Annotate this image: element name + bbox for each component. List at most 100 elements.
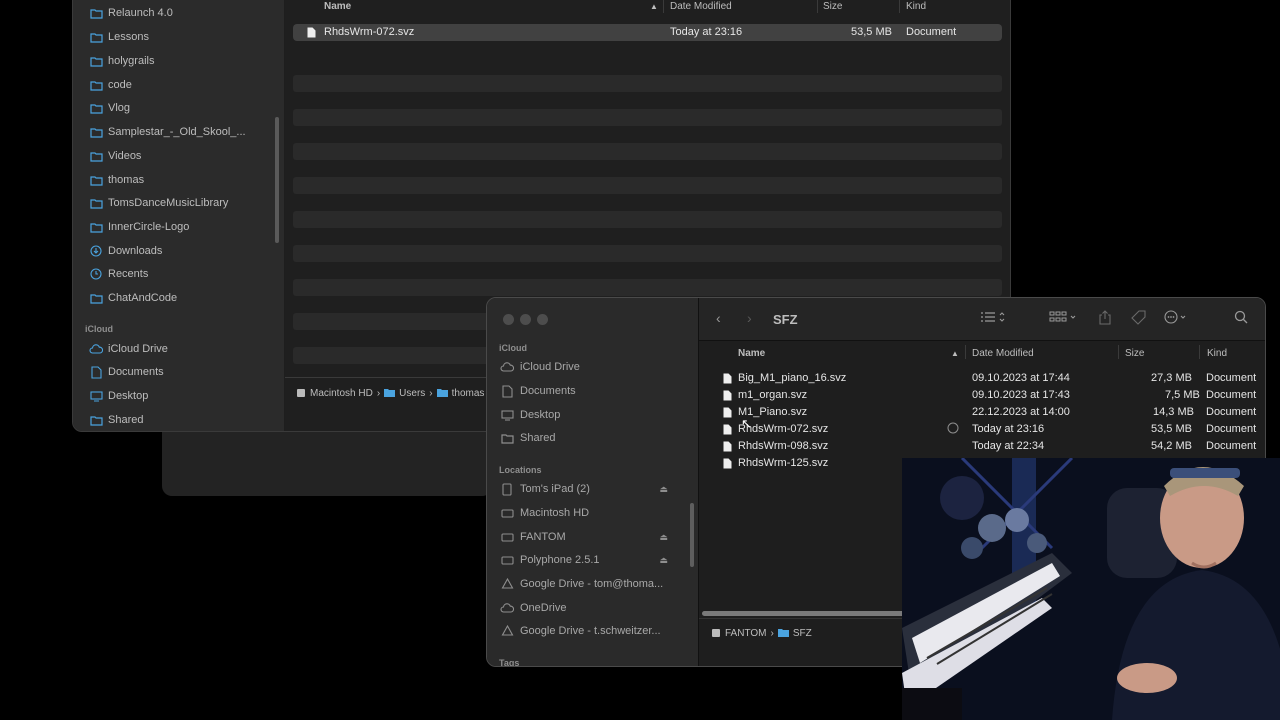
sidebar-item-label: Tom's iPad (2) <box>520 483 590 495</box>
sidebar-item-label: Shared <box>108 414 144 426</box>
sidebar-item-label: FANTOM <box>520 531 566 543</box>
eject-icon[interactable]: ⏏ <box>659 484 668 495</box>
file-size: 7,5 MB <box>1165 389 1200 401</box>
list-view-icon[interactable] <box>980 310 1006 324</box>
column-header-name[interactable]: Name <box>324 1 351 12</box>
sidebar-item-documents[interactable]: Documents <box>487 380 698 402</box>
sidebar-item-label: Google Drive - t.schweitzer... <box>520 625 661 637</box>
file-size: 53,5 MB <box>1151 423 1192 435</box>
file-kind: Document <box>906 26 957 38</box>
eject-icon[interactable]: ⏏ <box>659 532 668 543</box>
sort-chevron-icon[interactable]: ▲ <box>650 2 658 11</box>
sidebar-item-recents[interactable]: Recents <box>73 263 284 285</box>
sidebar-item-thomas[interactable]: thomas <box>73 169 284 191</box>
table-row[interactable]: M1_Piano.svz 22.12.2023 at 14:00 14,3 MB… <box>699 404 1265 421</box>
column-header-name[interactable]: Name <box>738 348 765 359</box>
sidebar-item-innercircle-logo[interactable]: InnerCircle-Logo <box>73 216 284 238</box>
sidebar-item-label: iCloud Drive <box>520 361 580 373</box>
column-divider <box>965 345 966 359</box>
folder-icon <box>89 125 103 139</box>
sort-chevron-icon[interactable]: ▲ <box>951 349 959 358</box>
sidebar-item-google-drive-tom[interactable]: Google Drive - tom@thoma... <box>487 573 698 595</box>
share-icon[interactable] <box>1098 310 1112 325</box>
table-row[interactable]: RhdsWrm-098.svz Today at 22:34 54,2 MB D… <box>699 438 1265 455</box>
sidebar-item-google-drive-schweitzer[interactable]: Google Drive - t.schweitzer... <box>487 620 698 642</box>
column-header-kind[interactable]: Kind <box>906 1 926 12</box>
empty-row-stripe <box>293 75 1002 92</box>
sidebar-item-label: Desktop <box>520 409 561 421</box>
sidebar-item-label: Recents <box>108 268 149 280</box>
sidebar-item-label: InnerCircle-Logo <box>108 221 190 233</box>
sidebar-item-videos[interactable]: Videos <box>73 145 284 167</box>
folder-icon <box>89 291 103 305</box>
group-by-icon[interactable] <box>1049 310 1079 324</box>
file-size: 53,5 MB <box>851 26 892 38</box>
sidebar-item-desktop[interactable]: Desktop <box>73 385 284 407</box>
tag-icon[interactable] <box>1131 310 1146 325</box>
shared-folder-icon <box>500 431 514 445</box>
table-row[interactable]: Big_M1_piano_16.svz 09.10.2023 at 17:44 … <box>699 370 1265 387</box>
table-row[interactable]: RhdsWrm-072.svz Today at 23:16 53,5 MB D… <box>699 421 1265 438</box>
document-icon <box>723 406 732 418</box>
sidebar-item-downloads[interactable]: Downloads <box>73 240 284 262</box>
sidebar-item-icloud-drive[interactable]: iCloud Drive <box>487 356 698 378</box>
column-header-date[interactable]: Date Modified <box>972 348 1034 359</box>
sidebar-item-lessons[interactable]: Lessons <box>73 26 284 48</box>
sidebar-item-holygrails[interactable]: holygrails <box>73 50 284 72</box>
zoom-window-button[interactable] <box>537 314 548 325</box>
sidebar-item-label: ChatAndCode <box>108 292 178 304</box>
eject-icon[interactable]: ⏏ <box>659 555 668 566</box>
sidebar-item-chatandcode[interactable]: ChatAndCode <box>73 287 284 309</box>
sidebar-item-label: thomas <box>108 174 145 186</box>
table-row[interactable]: m1_organ.svz 09.10.2023 at 17:43 7,5 MB … <box>699 387 1265 404</box>
file-size: 14,3 MB <box>1153 406 1194 418</box>
sidebar-item-vlog[interactable]: Vlog <box>73 97 284 119</box>
external-drive-icon <box>500 530 514 544</box>
path-segment[interactable]: thomas <box>452 388 485 399</box>
sidebar-item-desktop[interactable]: Desktop <box>487 404 698 426</box>
column-header-date[interactable]: Date Modified <box>670 1 732 12</box>
sidebar-item-icloud-drive[interactable]: iCloud Drive <box>73 338 284 360</box>
column-header-size[interactable]: Size <box>823 1 842 12</box>
path-segment[interactable]: FANTOM <box>725 628 766 639</box>
path-segment[interactable]: Macintosh HD <box>310 388 373 399</box>
document-icon <box>723 372 732 384</box>
sidebar-section-locations: Locations <box>499 465 542 475</box>
more-actions-icon[interactable] <box>1164 310 1192 324</box>
sidebar-item-code[interactable]: code <box>73 74 284 96</box>
empty-row-stripe <box>293 109 1002 126</box>
path-segment[interactable]: Users <box>399 388 425 399</box>
search-icon[interactable] <box>1234 310 1248 324</box>
sidebar-item-fantom[interactable]: FANTOM ⏏ <box>487 526 698 548</box>
column-divider <box>663 0 664 13</box>
back-arrow-icon[interactable]: ‹ <box>716 310 721 326</box>
column-header-size[interactable]: Size <box>1125 348 1144 359</box>
sidebar-scrollbar[interactable] <box>690 503 694 567</box>
sidebar-item-shared[interactable]: Shared <box>73 409 284 431</box>
disk-icon <box>500 506 514 520</box>
sidebar-scrollbar[interactable] <box>275 117 279 243</box>
table-row-selected[interactable]: RhdsWrm-072.svz Today at 23:16 53,5 MB D… <box>293 24 1002 41</box>
folder-icon <box>89 6 103 20</box>
column-header-kind[interactable]: Kind <box>1207 348 1227 359</box>
sidebar-item-documents[interactable]: Documents <box>73 361 284 383</box>
horizontal-scrollbar[interactable] <box>702 611 932 616</box>
sidebar-item-toms-dance-music-library[interactable]: TomsDanceMusicLibrary <box>73 192 284 214</box>
folder-icon <box>384 388 396 399</box>
window-title: SFZ <box>773 312 798 327</box>
minimize-window-button[interactable] <box>520 314 531 325</box>
sidebar-item-samplestar[interactable]: Samplestar_-_Old_Skool_... <box>73 121 284 143</box>
forward-arrow-icon[interactable]: › <box>747 310 752 326</box>
sidebar-item-shared[interactable]: Shared <box>487 427 698 449</box>
sidebar-item-onedrive[interactable]: OneDrive <box>487 597 698 619</box>
sidebar-item-polyphone[interactable]: Polyphone 2.5.1 ⏏ <box>487 549 698 571</box>
close-window-button[interactable] <box>503 314 514 325</box>
empty-row-stripe <box>293 177 1002 194</box>
sidebar-item-toms-ipad[interactable]: Tom's iPad (2) ⏏ <box>487 478 698 500</box>
sidebar-item-relaunch[interactable]: Relaunch 4.0 <box>73 2 284 24</box>
path-segment[interactable]: SFZ <box>793 628 812 639</box>
webcam-overlay <box>902 458 1280 720</box>
sidebar-item-macintosh-hd[interactable]: Macintosh HD <box>487 502 698 524</box>
document-icon <box>723 423 732 435</box>
cloud-icon <box>500 360 514 374</box>
